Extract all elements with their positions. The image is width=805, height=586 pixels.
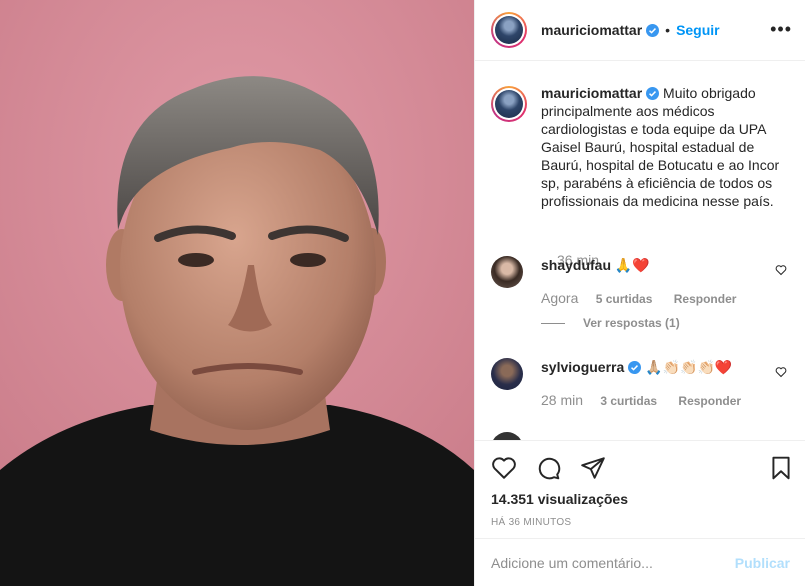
comment-username[interactable]: shaydufau: [541, 257, 611, 273]
author-avatar[interactable]: [491, 12, 527, 48]
view-replies-label: Ver respostas (1): [583, 316, 680, 330]
comment-likes[interactable]: 5 curtidas: [596, 292, 653, 306]
video-frame: [0, 0, 474, 586]
post-header: mauriciomattar • Seguir •••: [475, 0, 805, 61]
comment-like-icon[interactable]: [775, 366, 787, 378]
heart-icon[interactable]: [491, 455, 517, 481]
comment-meta: 28 min 3 curtidas Responder: [541, 392, 759, 408]
author-avatar-image: [495, 16, 523, 44]
follow-button[interactable]: Seguir: [676, 22, 720, 38]
post-panel: mauriciomattar • Seguir ••• mauriciomatt…: [474, 0, 805, 586]
commenter-avatar[interactable]: [491, 256, 523, 288]
post-timestamp[interactable]: HÁ 36 MINUTOS: [491, 517, 571, 528]
post-video[interactable]: [0, 0, 474, 586]
comment-likes[interactable]: 3 curtidas: [600, 394, 657, 408]
separator-dot: •: [665, 22, 671, 38]
comment-body: 🙏❤️: [614, 257, 650, 273]
bookmark-icon[interactable]: [768, 455, 794, 481]
verified-icon: [646, 23, 660, 37]
comments-list[interactable]: mauriciomattar Muito obrigado principalm…: [475, 62, 805, 440]
caption-text-block: mauriciomattar Muito obrigado principalm…: [541, 84, 791, 210]
share-icon[interactable]: [580, 455, 606, 481]
comment-text-block: shaydufau 🙏❤️: [541, 256, 650, 274]
caption-avatar-image: [495, 90, 523, 118]
add-comment-bar: Publicar: [475, 538, 805, 586]
reply-button[interactable]: Responder: [674, 292, 737, 306]
caption-username[interactable]: mauriciomattar: [541, 85, 642, 101]
replies-line: [541, 323, 565, 325]
caption-body: Muito obrigado principalmente aos médico…: [541, 85, 780, 209]
comment-time[interactable]: 28 min: [541, 392, 583, 408]
comment-time[interactable]: Agora: [541, 290, 578, 306]
post-actions: 14.351 visualizações HÁ 36 MINUTOS: [475, 440, 805, 538]
commenter-avatar[interactable]: [491, 358, 523, 390]
comment-icon[interactable]: [535, 455, 561, 481]
comment-like-icon[interactable]: [775, 264, 787, 276]
verified-icon: [628, 361, 642, 374]
views-count: 14.351 visualizações: [491, 491, 628, 507]
comment-username[interactable]: sylvioguerra: [541, 359, 624, 375]
commenter-avatar[interactable]: [491, 432, 523, 440]
comment-input[interactable]: [491, 554, 735, 571]
comment-meta: Agora 5 curtidas Responder: [541, 290, 754, 306]
author-username[interactable]: mauriciomattar: [541, 22, 642, 38]
comment-text-block: sylvioguerra 🙏🏼👏🏻👏🏻👏🏻❤️: [541, 358, 732, 376]
comment-body: 🙏🏼👏🏻👏🏻👏🏻❤️: [645, 359, 733, 375]
reply-button[interactable]: Responder: [678, 394, 741, 408]
caption-avatar[interactable]: [491, 86, 527, 122]
verified-icon: [646, 87, 660, 100]
publish-button[interactable]: Publicar: [735, 555, 790, 571]
more-options-icon[interactable]: •••: [770, 20, 792, 38]
view-replies-button[interactable]: Ver respostas (1): [541, 316, 680, 330]
